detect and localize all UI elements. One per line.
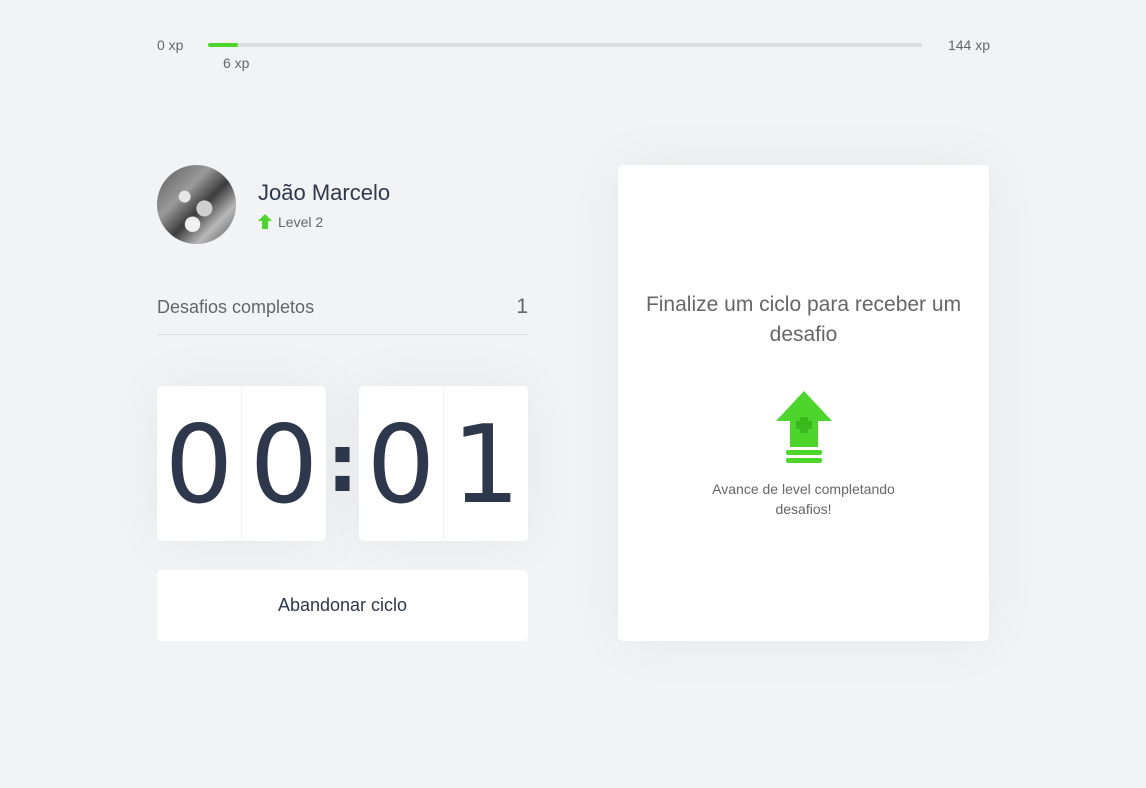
countdown: 0 0 : 0 1 (157, 386, 528, 541)
challenge-box-hint: Avance de level completando desafios! (712, 481, 895, 517)
experience-bar: 0 xp 6 xp 144 xp (157, 36, 990, 71)
completed-challenges-label: Desafios completos (157, 297, 315, 317)
completed-challenges: Desafios completos 1 (157, 291, 528, 335)
challenge-box: Finalize um ciclo para receber um desafi… (618, 165, 989, 641)
xp-current-label: 6 xp (223, 55, 250, 71)
countdown-minutes: 0 0 (157, 386, 326, 541)
level-label: Level 2 (278, 214, 324, 230)
minute-digit-right: 0 (249, 402, 319, 528)
second-digit-left: 0 (359, 386, 444, 541)
xp-min-label: 0 xp (157, 37, 184, 53)
minute-digit-left: 0 (157, 386, 242, 541)
completed-challenges-count: 1 (516, 295, 528, 318)
profile: João Marcelo Level 2 (157, 165, 528, 245)
challenge-box-title: Finalize um ciclo para receber um desafi… (645, 293, 962, 346)
abandon-cycle-button[interactable]: Abandonar ciclo (157, 570, 528, 641)
second-digit-right: 1 (451, 402, 521, 528)
xp-max-label: 144 xp (947, 37, 990, 53)
level-indicator: Level 2 (258, 213, 323, 231)
avatar (157, 165, 236, 244)
xp-progress-fill (208, 43, 238, 47)
countdown-separator: : (326, 417, 359, 510)
xp-track (208, 43, 922, 47)
level-up-arrow-icon (258, 214, 272, 229)
level-up-icon (776, 391, 832, 463)
countdown-seconds: 0 1 (359, 386, 528, 541)
profile-name: João Marcelo (258, 180, 391, 205)
